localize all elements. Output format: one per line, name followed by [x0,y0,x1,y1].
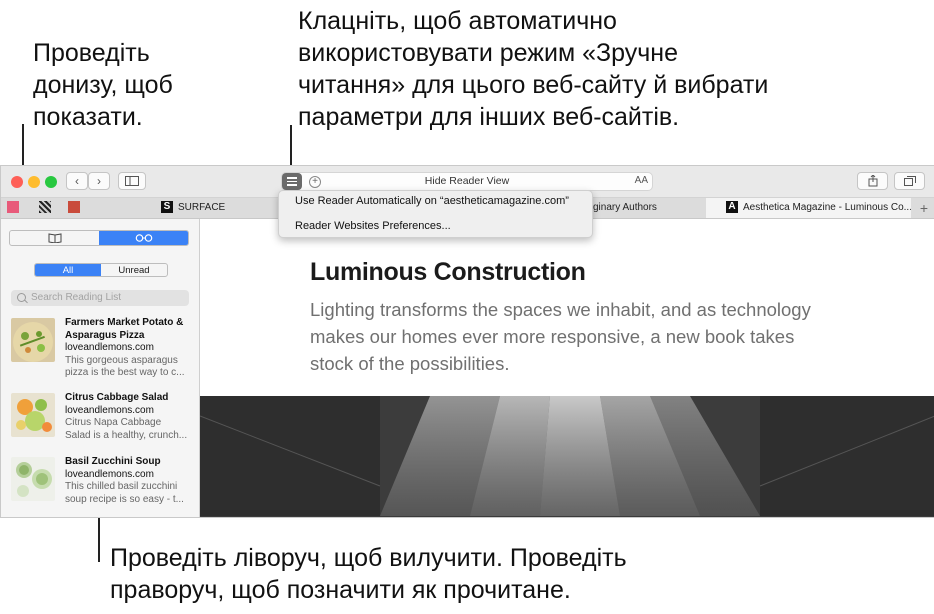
bookmarks-segment[interactable] [10,231,99,245]
chevron-right-icon: › [97,174,101,188]
menu-item-use-reader-automatically[interactable]: Use Reader Automatically on “aestheticam… [295,192,569,210]
callout-reader-auto: Клацніть, щоб автоматично використовуват… [298,5,768,133]
glasses-icon [135,234,152,242]
item-description: soup recipe is so easy - t... [65,493,184,505]
article-subtitle: Lighting transforms the spaces we inhabi… [310,299,811,374]
pinned-tab[interactable] [7,198,21,218]
pinned-tab[interactable] [68,198,82,218]
item-description: This chilled basil zucchini [65,481,178,492]
thumbnail-image [11,318,55,362]
tab-aesthetica[interactable]: A Aesthetica Magazine - Luminous Co... [706,198,911,218]
url-title: Hide Reader View [424,175,510,187]
tab-label: Aesthetica Magazine - Luminous Co... [743,202,911,213]
forward-button[interactable]: › [88,172,110,190]
search-icon [17,293,26,302]
tabs-overview-icon [903,176,916,186]
article-title: Luminous Construction [310,258,586,286]
reading-list-item[interactable]: Citrus Cabbage Salad loveandlemons.com C… [9,392,191,452]
font-size-button[interactable]: AA [635,175,648,186]
share-icon [868,175,877,187]
sidebar-icon [125,176,139,186]
search-placeholder: Search Reading List [31,292,122,303]
filter-segment-control: All Unread [34,263,168,277]
callout-swipe-sides: Проведіть ліворуч, щоб вилучити. Проведі… [110,542,627,606]
item-domain: loveandlemons.com [65,404,154,416]
callout-line: Проведіть [33,39,150,67]
item-description: This gorgeous asparagus [65,354,178,366]
callout-line: використовувати режим «Зручне [298,39,678,67]
item-title: Asparagus Pizza [65,329,145,341]
filter-unread-button[interactable]: Unread [101,264,167,276]
item-description: Citrus Napa Cabbage [65,417,162,428]
reading-list-sidebar: All Unread Search Reading List Farmers M… [1,219,200,517]
callout-line: параметри для інших веб-сайтів. [298,103,680,131]
article-hero-image [200,396,934,517]
item-description: Salad is a healthy, crunch... [65,429,188,441]
reader-content: Luminous Construction Lighting transform… [200,219,934,517]
item-domain: loveandlemons.com [65,468,154,480]
thumbnail-image [11,393,55,437]
tab-favicon: S [161,201,173,214]
callout-pointer-list [98,515,100,562]
item-title: Basil Zucchini Soup [65,456,161,467]
item-description: pizza is the best way to c... [65,367,185,378]
minimize-window-button[interactable] [28,176,40,188]
reader-options-menu: Use Reader Automatically on “aestheticam… [278,190,593,238]
item-title: Citrus Cabbage Salad [65,392,169,403]
share-button[interactable] [857,172,888,190]
callout-line: показати. [33,103,143,131]
callout-line: Проведіть ліворуч, щоб вилучити. Проведі… [110,544,627,572]
back-button[interactable]: ‹ [66,172,88,190]
filter-all-button[interactable]: All [35,264,101,276]
callout-line: Клацніть, щоб автоматично [298,7,617,35]
pinned-tab[interactable] [39,198,53,218]
callout-line: донизу, щоб [33,71,173,99]
reading-list-item[interactable]: Farmers Market Potato & Asparagus Pizza … [9,317,191,378]
search-reading-list-field[interactable]: Search Reading List [11,290,189,306]
tabs-overview-button[interactable] [894,172,925,190]
book-icon [48,233,61,243]
menu-item-reader-preferences[interactable]: Reader Websites Preferences... [295,217,451,235]
zoom-window-button[interactable] [45,176,57,188]
reading-list-item[interactable]: Basil Zucchini Soup loveandlemons.com Th… [9,456,191,516]
callout-swipe-down: Проведіть донизу, щоб показати. [33,37,173,133]
callout-line: праворуч, щоб позначити як прочитане. [110,576,571,604]
callout-line: читання» для цього веб-сайту й вибрати [298,71,769,99]
tab-favicon: A [726,201,738,214]
item-domain: loveandlemons.com [65,342,154,353]
chevron-left-icon: ‹ [75,174,79,188]
reading-list-segment[interactable] [99,231,188,245]
sidebar-toggle-button[interactable] [118,172,146,190]
tab-surface[interactable]: S SURFACE [161,198,281,218]
tab-imaginary-authors[interactable]: ginary Authors [593,198,703,218]
thumbnail-image [11,457,55,501]
address-bar[interactable]: + Hide Reader View AA [281,172,653,191]
tab-label: SURFACE [178,202,226,213]
callout-pointer-reader [290,125,292,168]
close-window-button[interactable] [11,176,23,188]
sidebar-segment-control [9,230,189,246]
item-title: Farmers Market Potato & [65,317,184,328]
new-tab-button[interactable]: + [915,198,933,218]
tab-label: ginary Authors [593,202,657,213]
